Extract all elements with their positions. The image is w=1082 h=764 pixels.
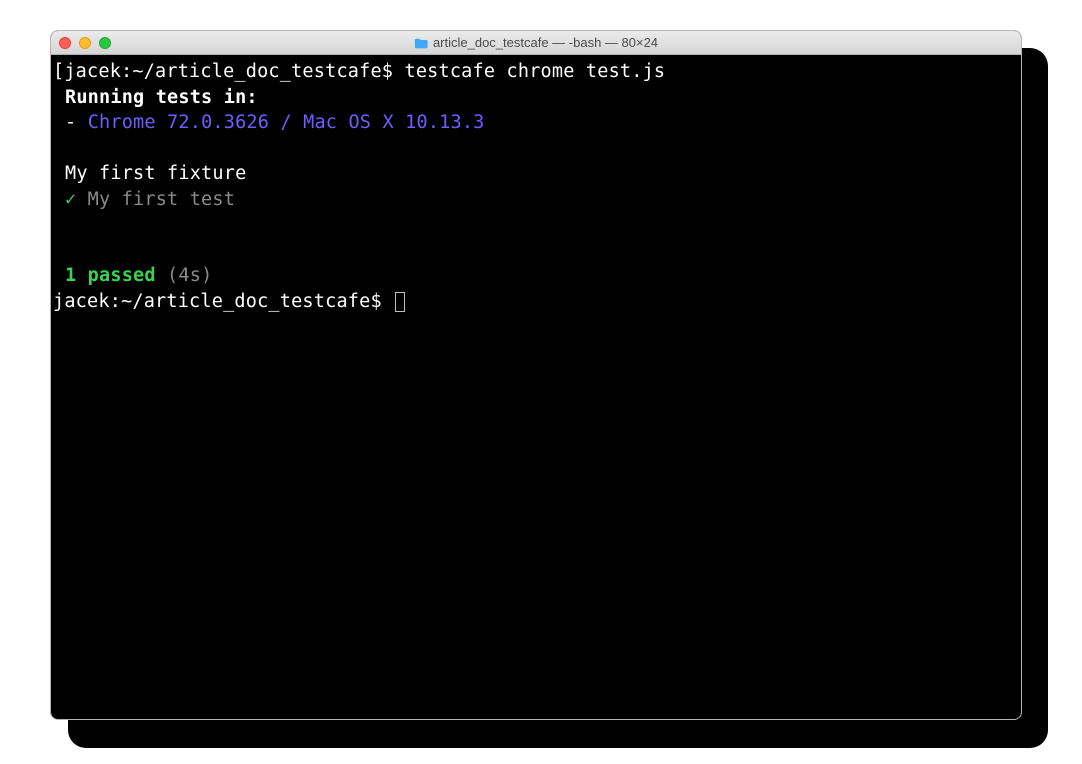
- test-name: My first test: [76, 189, 235, 210]
- traffic-lights: [59, 37, 111, 49]
- window-title-text: article_doc_testcafe — -bash — 80×24: [433, 35, 658, 50]
- folder-icon: [414, 37, 428, 48]
- minimize-button[interactable]: [79, 37, 91, 49]
- command-line: [jacek:~/article_doc_testcafe$ testcafe …: [53, 59, 1019, 85]
- test-result-line: ✓ My first test: [53, 187, 1019, 213]
- dash: -: [65, 112, 88, 133]
- blank-line: [53, 212, 1019, 238]
- blank-line: [53, 238, 1019, 264]
- maximize-button[interactable]: [99, 37, 111, 49]
- duration-text: (4s): [156, 265, 213, 286]
- environment-text: Chrome 72.0.3626 / Mac OS X 10.13.3: [88, 112, 485, 133]
- blank-line: [53, 136, 1019, 162]
- terminal-body[interactable]: [jacek:~/article_doc_testcafe$ testcafe …: [51, 55, 1021, 318]
- check-icon: ✓: [65, 189, 76, 210]
- environment-line: - Chrome 72.0.3626 / Mac OS X 10.13.3: [53, 110, 1019, 136]
- prompt-line: jacek:~/article_doc_testcafe$: [53, 289, 1019, 315]
- prompt-text: jacek:~/article_doc_testcafe$: [53, 291, 393, 312]
- window-titlebar[interactable]: article_doc_testcafe — -bash — 80×24: [51, 31, 1021, 55]
- terminal-window: article_doc_testcafe — -bash — 80×24 [ja…: [50, 30, 1022, 720]
- passed-count: 1: [65, 265, 76, 286]
- prompt-text: [jacek:~/article_doc_testcafe$: [53, 61, 404, 82]
- command-text: testcafe chrome test.js: [404, 61, 665, 82]
- cursor: [395, 292, 405, 312]
- running-tests-label: Running tests in:: [53, 85, 1019, 111]
- fixture-name: My first fixture: [53, 161, 1019, 187]
- passed-label: passed: [76, 265, 155, 286]
- close-button[interactable]: [59, 37, 71, 49]
- window-title: article_doc_testcafe — -bash — 80×24: [51, 35, 1021, 50]
- summary-line: 1 passed (4s): [53, 263, 1019, 289]
